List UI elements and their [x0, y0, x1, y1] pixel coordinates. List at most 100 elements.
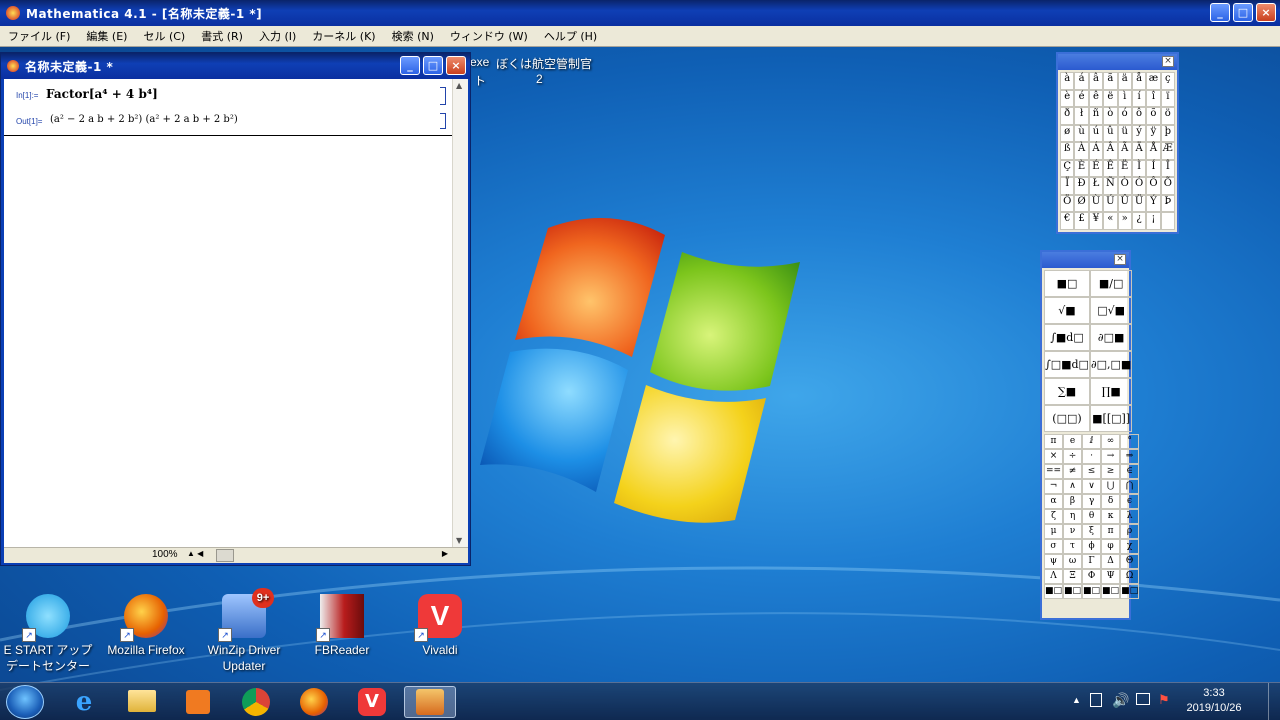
symbol-button[interactable]: δ — [1101, 494, 1121, 509]
char-button[interactable]: À — [1074, 142, 1089, 160]
symbol-button[interactable]: κ — [1101, 509, 1121, 524]
char-button[interactable]: Ì — [1131, 159, 1147, 177]
symbol-button[interactable]: π — [1044, 434, 1064, 449]
char-button[interactable]: ê — [1088, 89, 1104, 107]
char-palette-titlebar[interactable]: × — [1058, 54, 1177, 70]
char-button[interactable]: Õ — [1160, 177, 1175, 195]
symbol-button[interactable]: ≥ — [1101, 464, 1121, 479]
char-button[interactable]: Ü — [1131, 194, 1147, 212]
symbol-button[interactable]: ψ — [1044, 554, 1064, 569]
char-button[interactable]: Ê — [1103, 159, 1118, 177]
char-button[interactable]: å — [1131, 72, 1147, 90]
symbol-button[interactable]: σ — [1044, 539, 1064, 554]
symbol-button[interactable]: Λ — [1044, 569, 1064, 584]
char-button[interactable]: ù — [1074, 124, 1089, 142]
char-button[interactable]: ñ — [1088, 107, 1104, 125]
menu-kernel[interactable]: カーネル (K) — [304, 28, 383, 44]
char-button[interactable]: Ï — [1060, 177, 1075, 195]
char-button[interactable]: ł — [1074, 107, 1089, 125]
symbol-button[interactable]: η — [1063, 509, 1083, 524]
taskbar-internet-explorer[interactable]: e — [58, 686, 110, 718]
template-button[interactable]: ∑■ — [1044, 378, 1090, 405]
char-button[interactable]: Á — [1088, 142, 1104, 160]
symbol-button[interactable]: Γ — [1082, 554, 1102, 569]
symbol-button[interactable]: == — [1044, 464, 1064, 479]
symbol-button[interactable]: ° — [1120, 434, 1140, 449]
template-button[interactable]: ■□ — [1044, 270, 1090, 297]
taskbar-chrome[interactable] — [230, 686, 282, 718]
menu-file[interactable]: ファイル (F) — [0, 28, 78, 44]
char-button[interactable]: Ë — [1117, 159, 1132, 177]
char-button[interactable]: ý — [1131, 124, 1147, 142]
network-icon[interactable] — [1136, 693, 1150, 705]
char-button[interactable]: Ù — [1088, 194, 1104, 212]
menu-cell[interactable]: セル (C) — [135, 28, 193, 44]
symbol-button[interactable]: ≠ — [1063, 464, 1083, 479]
symbol-button[interactable]: e — [1063, 434, 1083, 449]
symbol-button[interactable]: Δ — [1101, 554, 1121, 569]
symbol-button[interactable]: ρ — [1120, 524, 1140, 539]
template-button[interactable]: ∂□,□■ — [1089, 351, 1133, 378]
symbol-button[interactable]: ■□ — [1082, 584, 1102, 599]
symbol-button[interactable]: ⅈ — [1082, 434, 1102, 449]
zoom-level[interactable]: 100% — [152, 549, 178, 560]
symbol-button[interactable]: ¬ — [1044, 479, 1064, 494]
char-button[interactable]: £ — [1074, 212, 1089, 230]
symbol-button[interactable]: ■□ — [1063, 584, 1083, 599]
template-button[interactable]: (□□) — [1044, 405, 1090, 432]
output-cell[interactable]: Out[1]= (a² − 2 a b + 2 b²) (a² + 2 a b … — [4, 111, 452, 131]
char-button[interactable]: Ú — [1103, 194, 1118, 212]
input-expression[interactable]: Factor[a⁴ + 4 b⁴] — [46, 87, 158, 101]
char-button[interactable]: Â — [1103, 142, 1118, 160]
char-button[interactable]: á — [1074, 72, 1089, 90]
char-button[interactable]: ü — [1117, 124, 1132, 142]
char-button[interactable]: ö — [1160, 107, 1175, 125]
template-button[interactable]: ■[[□]] — [1089, 405, 1133, 432]
char-button[interactable]: Í — [1146, 159, 1161, 177]
symbol-button[interactable]: × — [1044, 449, 1064, 464]
app-titlebar[interactable]: Mathematica 4.1 - [名称未定義-1 *] — [0, 0, 1280, 26]
char-button[interactable]: ß — [1060, 142, 1075, 160]
char-button[interactable]: ì — [1117, 89, 1132, 107]
symbol-button[interactable]: ν — [1063, 524, 1083, 539]
char-button[interactable]: â — [1088, 72, 1104, 90]
char-button[interactable]: € — [1060, 212, 1075, 230]
symbol-button[interactable]: Ψ — [1101, 569, 1121, 584]
menu-help[interactable]: ヘルプ (H) — [536, 28, 605, 44]
menu-window[interactable]: ウィンドウ (W) — [442, 28, 536, 44]
char-button[interactable]: Ô — [1146, 177, 1161, 195]
symbol-button[interactable]: → — [1101, 449, 1121, 464]
menu-edit[interactable]: 編集 (E) — [78, 28, 135, 44]
minimize-button[interactable]: _ — [1210, 3, 1230, 22]
symbol-button[interactable]: ∞ — [1101, 434, 1121, 449]
input-cell[interactable]: In[1]:= Factor[a⁴ + 4 b⁴] — [4, 85, 452, 105]
desktop-icon-estart[interactable]: ↗ E START アップデートセンター — [0, 594, 96, 674]
menu-format[interactable]: 書式 (R) — [193, 28, 251, 44]
input-cell-bracket[interactable] — [440, 87, 446, 105]
symbol-button[interactable]: Θ — [1120, 554, 1140, 569]
char-button[interactable]: ¡ — [1146, 212, 1161, 230]
char-button[interactable]: ã — [1103, 72, 1118, 90]
close-button[interactable]: × — [1256, 3, 1276, 22]
char-button[interactable]: É — [1088, 159, 1104, 177]
template-button[interactable]: √■ — [1044, 297, 1090, 324]
template-button[interactable]: ∫■d□ — [1044, 324, 1090, 351]
char-button[interactable]: Ý — [1146, 194, 1161, 212]
device-icon[interactable] — [1090, 693, 1102, 707]
char-button[interactable]: Þ — [1160, 194, 1175, 212]
show-desktop-button[interactable] — [1268, 683, 1280, 720]
template-button[interactable]: ∂□■ — [1089, 324, 1133, 351]
symbol-button[interactable]: ⋂ — [1120, 479, 1140, 494]
char-button[interactable]: Ø — [1074, 194, 1089, 212]
symbol-button[interactable]: ⋃ — [1101, 479, 1121, 494]
char-button[interactable]: Ñ — [1103, 177, 1118, 195]
notebook-close-button[interactable]: × — [446, 56, 466, 75]
symbol-button[interactable]: ϕ — [1082, 539, 1102, 554]
symbol-button[interactable]: φ — [1101, 539, 1121, 554]
char-button[interactable]: Æ — [1160, 142, 1175, 160]
symbol-button[interactable]: τ — [1063, 539, 1083, 554]
char-button[interactable]: Ö — [1060, 194, 1075, 212]
char-button[interactable]: ú — [1088, 124, 1104, 142]
symbol-button[interactable]: ω — [1063, 554, 1083, 569]
char-button[interactable]: ø — [1060, 124, 1075, 142]
